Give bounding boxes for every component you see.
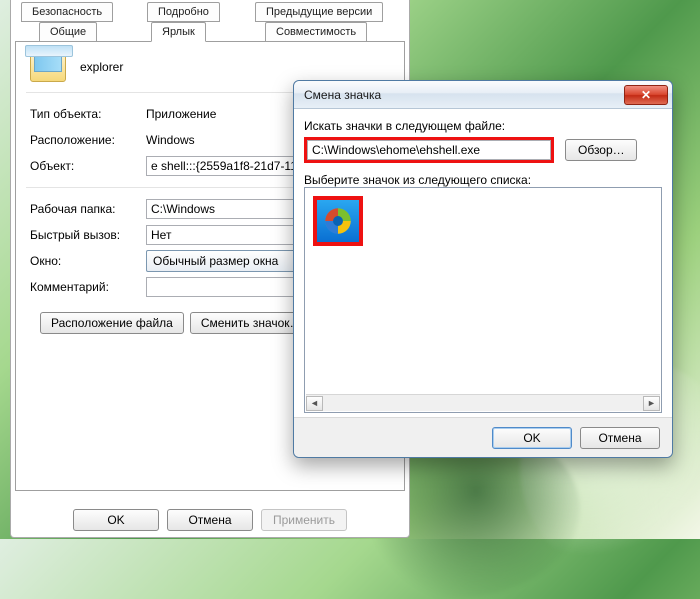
path-highlight <box>304 137 554 163</box>
object-label: Объект: <box>30 159 138 173</box>
dialog-ok-button[interactable]: OK <box>492 427 572 449</box>
dialog-cancel-button[interactable]: Отмена <box>580 427 660 449</box>
properties-footer: OK Отмена Применить <box>11 509 409 531</box>
tab-details[interactable]: Подробно <box>147 2 220 22</box>
tab-strip: Безопасность Подробно Предыдущие версии … <box>15 0 405 42</box>
change-icon-dialog: Смена значка ✕ Искать значки в следующем… <box>293 80 673 458</box>
scroll-left-icon[interactable]: ◄ <box>306 396 323 411</box>
icon-listbox[interactable]: ◄ ► <box>304 187 662 413</box>
scroll-right-icon[interactable]: ► <box>643 396 660 411</box>
dialog-titlebar[interactable]: Смена значка ✕ <box>294 81 672 109</box>
hotkey-label: Быстрый вызов: <box>30 228 138 242</box>
open-file-location-button[interactable]: Расположение файла <box>40 312 184 334</box>
tab-previous[interactable]: Предыдущие версии <box>255 2 383 22</box>
explorer-icon <box>30 52 66 82</box>
search-file-label: Искать значки в следующем файле: <box>304 119 662 133</box>
tab-security[interactable]: Безопасность <box>21 2 113 22</box>
close-icon: ✕ <box>641 88 651 102</box>
apply-button: Применить <box>261 509 347 531</box>
cancel-button[interactable]: Отмена <box>167 509 253 531</box>
shortcut-name: explorer <box>80 60 123 74</box>
ok-button[interactable]: OK <box>73 509 159 531</box>
browse-button[interactable]: Обзор… <box>565 139 637 161</box>
icon-highlight <box>313 196 363 246</box>
pick-icon-label: Выберите значок из следующего списка: <box>304 173 662 187</box>
windows-media-center-icon[interactable] <box>317 200 359 242</box>
tab-compat[interactable]: Совместимость <box>265 22 367 42</box>
location-label: Расположение: <box>30 133 138 147</box>
icon-path-input[interactable] <box>307 140 551 160</box>
dialog-footer: OK Отмена <box>294 417 672 457</box>
window-select-value: Обычный размер окна <box>153 254 278 268</box>
tab-shortcut[interactable]: Ярлык <box>151 22 206 42</box>
workdir-label: Рабочая папка: <box>30 202 138 216</box>
comment-label: Комментарий: <box>30 280 138 294</box>
tab-general[interactable]: Общие <box>39 22 97 42</box>
type-label: Тип объекта: <box>30 107 138 121</box>
close-button[interactable]: ✕ <box>624 85 668 105</box>
horizontal-scrollbar[interactable]: ◄ ► <box>306 394 660 411</box>
dialog-title: Смена значка <box>304 88 381 102</box>
window-label: Окно: <box>30 254 138 268</box>
